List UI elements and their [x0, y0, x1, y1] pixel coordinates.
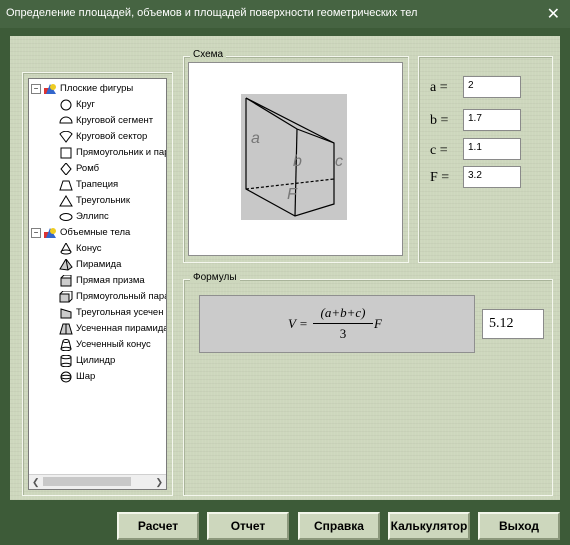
cone-icon	[60, 242, 72, 254]
tree-item[interactable]: Прямоугольный пара	[59, 289, 167, 304]
help-button[interactable]: Справка	[298, 512, 380, 540]
shapes-tree[interactable]: − Плоские фигуры Круг Круговой сегмент К…	[28, 78, 167, 490]
tree-item-label: Шар	[76, 371, 96, 382]
circle-sector-icon	[59, 130, 73, 143]
tree-item[interactable]: Усеченная пирамида	[59, 321, 167, 336]
tree-item[interactable]: Ромб	[59, 161, 99, 176]
trapezoid-icon	[59, 180, 73, 190]
formula-display: V = (a+b+c) 3 F	[199, 295, 475, 353]
solids-group-icon	[44, 227, 56, 238]
tree-item-label: Прямая призма	[76, 275, 145, 286]
rhombus-icon	[60, 162, 72, 175]
param-label-b: b =	[430, 113, 449, 128]
parallelepiped-icon	[59, 290, 73, 302]
tree-group-label: Объемные тела	[60, 227, 131, 238]
tree-item[interactable]: Треугольная усечен	[59, 305, 163, 320]
tree-item-label: Круг	[76, 99, 95, 110]
ellipse-icon	[59, 212, 73, 221]
sphere-icon	[60, 371, 72, 382]
tree-horizontal-scrollbar[interactable]: ❮ ❯	[29, 474, 166, 489]
tree-group-solids[interactable]: Объемные тела	[43, 225, 130, 240]
param-label-a: a =	[430, 80, 448, 95]
formula-lhs: V =	[288, 316, 308, 331]
title-bar: Определение площадей, объемов и площадей…	[0, 0, 570, 28]
circle-icon	[60, 99, 72, 110]
tree-item-label: Эллипс	[76, 211, 109, 222]
param-input-b[interactable]: 1.7	[463, 109, 521, 131]
param-input-c[interactable]: 1.1	[463, 138, 521, 160]
circle-segment-icon	[59, 116, 73, 123]
tree-item-label: Треугольник	[76, 195, 131, 206]
truncated-pyramid-icon	[59, 323, 73, 334]
truncated-prism-diagram: a b c F	[241, 94, 347, 220]
shapes-group-icon	[44, 83, 56, 94]
tree-item-label: Прямоугольный пара	[76, 291, 167, 302]
tree-item[interactable]: Круговой сектор	[59, 129, 147, 144]
tree-item-label: Конус	[76, 243, 102, 254]
triangle-icon	[59, 194, 73, 206]
tree-item-label: Цилиндр	[76, 355, 116, 366]
pyramid-icon	[59, 258, 73, 271]
tree-item-label: Усеченная пирамида	[76, 323, 167, 334]
result-output[interactable]: 5.12	[482, 309, 544, 339]
exit-button[interactable]: Выход	[478, 512, 560, 540]
edge-label-b: b	[293, 153, 302, 170]
cylinder-icon	[60, 354, 72, 367]
formula-denominator: 3	[339, 326, 347, 341]
rectangle-icon	[60, 147, 72, 158]
param-label-F: F =	[430, 170, 450, 185]
tree-group-label: Плоские фигуры	[60, 83, 134, 94]
param-input-a[interactable]: 2	[463, 76, 521, 98]
tree-item[interactable]: Треугольник	[59, 193, 130, 208]
formula-numerator: (a+b+c)	[320, 305, 366, 320]
tree-item-label: Пирамида	[76, 259, 122, 270]
calculate-button[interactable]: Расчет	[117, 512, 199, 540]
tree-item[interactable]: Прямоугольник и пар	[59, 145, 167, 160]
tree-item[interactable]: Пирамида	[59, 257, 121, 272]
scroll-thumb[interactable]	[43, 477, 131, 486]
fraction-bar	[313, 323, 373, 324]
tree-item[interactable]: Круговой сегмент	[59, 113, 153, 128]
tree-item-label: Треугольная усечен	[76, 307, 164, 318]
tree-group-flat-figures[interactable]: Плоские фигуры	[43, 81, 133, 96]
tree-item-label: Круговой сектор	[76, 131, 148, 142]
truncated-prism-icon	[60, 307, 72, 318]
scheme-image: a b c F	[188, 62, 403, 256]
tree-item-label: Круговой сегмент	[76, 115, 154, 126]
param-input-F[interactable]: 3.2	[463, 166, 521, 188]
calculator-button[interactable]: Калькулятор	[388, 512, 470, 540]
scheme-legend: Схема	[190, 49, 227, 60]
tree-item-label: Ромб	[76, 163, 100, 174]
tree-item-label: Усеченный конус	[76, 339, 151, 350]
scroll-left-icon[interactable]: ❮	[32, 477, 40, 488]
tree-item[interactable]: Конус	[59, 241, 101, 256]
tree-expander[interactable]: −	[31, 84, 41, 94]
prism-icon	[60, 274, 72, 286]
tree-item[interactable]: Прямая призма	[59, 273, 145, 288]
tree-expander[interactable]: −	[31, 228, 41, 238]
tree-item[interactable]: Трапеция	[59, 177, 118, 192]
truncated-cone-icon	[60, 338, 72, 351]
tree-item[interactable]: Эллипс	[59, 209, 109, 224]
param-label-c: c =	[430, 143, 448, 158]
formula-factor: F	[374, 316, 382, 331]
edge-label-F: F	[287, 186, 298, 203]
tree-item[interactable]: Цилиндр	[59, 353, 115, 368]
tree-item[interactable]: Шар	[59, 369, 95, 384]
close-icon[interactable]: ✕	[547, 4, 560, 24]
scroll-right-icon[interactable]: ❯	[155, 477, 163, 488]
tree-item-label: Прямоугольник и пар	[76, 147, 167, 158]
tree-item[interactable]: Круг	[59, 97, 95, 112]
edge-label-c: c	[335, 153, 343, 170]
report-button[interactable]: Отчет	[207, 512, 289, 540]
formulas-legend: Формулы	[190, 272, 240, 283]
tree-item[interactable]: Усеченный конус	[59, 337, 151, 352]
window-title: Определение площадей, объемов и площадей…	[6, 7, 418, 19]
edge-label-a: a	[251, 130, 260, 147]
tree-item-label: Трапеция	[76, 179, 119, 190]
